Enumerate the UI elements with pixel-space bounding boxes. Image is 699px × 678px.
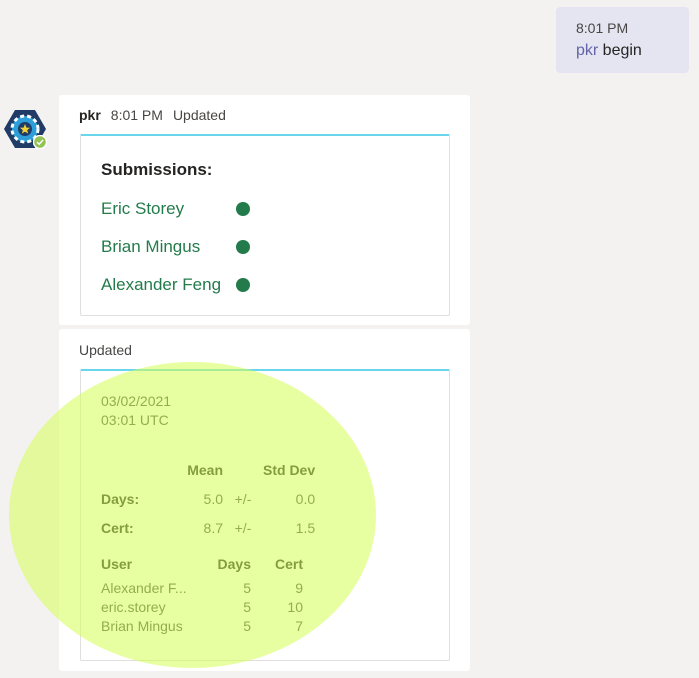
- users-table: User Days Cert Alexander F... 5 9 eric.s…: [101, 550, 303, 635]
- table-row: Alexander F... 5 9: [101, 578, 303, 597]
- results-time: 03:01 UTC: [101, 412, 169, 428]
- avatar[interactable]: [4, 108, 48, 152]
- outgoing-message[interactable]: 8:01 PM pkr begin: [556, 7, 689, 73]
- edited-status: Updated: [172, 107, 226, 123]
- message-header: pkr 8:01 PM Updated: [79, 107, 226, 123]
- row-label: Cert:: [101, 519, 134, 536]
- message-timestamp: 8:01 PM: [110, 107, 163, 123]
- status-dot-icon: [236, 278, 250, 292]
- submissions-list: Eric Storey Brian Mingus Alexander Feng: [101, 197, 261, 311]
- user-days: 5: [243, 598, 251, 615]
- submission-item: Brian Mingus: [101, 235, 261, 273]
- table-row: eric.storey 5 10: [101, 597, 303, 616]
- submission-item: Alexander Feng: [101, 273, 261, 311]
- updated-label: Updated: [79, 342, 132, 358]
- std-dev-value: 1.5: [295, 519, 316, 536]
- column-header-std-dev: Std Dev: [263, 461, 316, 478]
- user-days: 5: [243, 617, 251, 634]
- bot-message[interactable]: pkr 8:01 PM Updated Submissions: Eric Stor…: [59, 95, 470, 325]
- status-dot-icon: [236, 240, 250, 254]
- std-dev-value: 0.0: [295, 490, 316, 507]
- submission-name: Brian Mingus: [101, 237, 201, 256]
- table-row: Cert: 8.7 +/- 1.5: [101, 513, 315, 542]
- column-header-user: User: [101, 556, 133, 572]
- message-text: pkr begin: [576, 40, 689, 62]
- submissions-title: Submissions:: [101, 160, 213, 179]
- submission-name: Alexander Feng: [101, 275, 222, 294]
- stats-table: Mean Std Dev Days: 5.0 +/- 0.0 Cert: 8.7…: [101, 455, 315, 542]
- column-header-cert: Cert: [274, 556, 303, 572]
- table-header-row: Mean Std Dev: [101, 455, 315, 484]
- user-days: 5: [243, 579, 251, 596]
- column-header-mean: Mean: [187, 461, 223, 478]
- row-label: Days:: [101, 490, 140, 507]
- user-name: Alexander F...: [101, 579, 187, 596]
- bot-message-update[interactable]: Updated 03/02/2021 03:01 UTC Mean Std De…: [59, 329, 470, 671]
- user-cert: 7: [295, 617, 303, 634]
- user-cert: 9: [295, 579, 303, 596]
- table-header-row: User Days Cert: [101, 550, 303, 578]
- table-row: Brian Mingus 5 7: [101, 616, 303, 635]
- user-name: Brian Mingus: [101, 617, 183, 634]
- results-card: 03/02/2021 03:01 UTC Mean Std Dev Days: …: [80, 369, 450, 661]
- submission-item: Eric Storey: [101, 197, 261, 235]
- column-header-days: Days: [217, 556, 251, 572]
- table-row: Days: 5.0 +/- 0.0: [101, 484, 315, 513]
- status-dot-icon: [236, 202, 250, 216]
- plus-minus: +/-: [234, 490, 252, 507]
- mean-value: 5.0: [203, 490, 223, 507]
- submissions-card: Submissions: Eric Storey Brian Mingus Al…: [80, 134, 450, 316]
- mean-value: 8.7: [203, 519, 223, 536]
- sender-name[interactable]: pkr: [79, 107, 101, 123]
- bot-mention[interactable]: pkr: [576, 42, 598, 59]
- message-timestamp: 8:01 PM: [576, 20, 629, 36]
- command-text: begin: [598, 42, 642, 59]
- results-date: 03/02/2021: [101, 393, 172, 409]
- submission-name: Eric Storey: [101, 199, 185, 218]
- plus-minus: +/-: [234, 519, 252, 536]
- user-cert: 10: [287, 598, 303, 615]
- results-datetime: 03/02/2021 03:01 UTC: [101, 392, 171, 430]
- user-name: eric.storey: [101, 598, 166, 615]
- online-check-icon: [33, 135, 47, 149]
